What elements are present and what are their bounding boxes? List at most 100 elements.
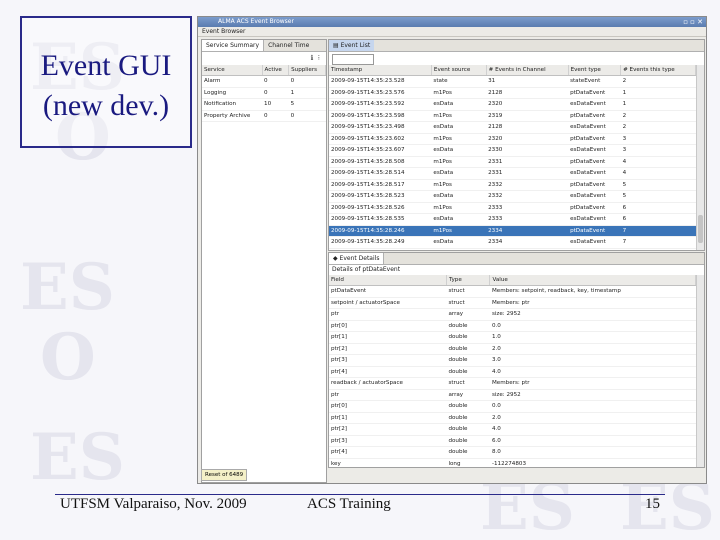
col-field[interactable]: Field	[329, 275, 447, 286]
table-row[interactable]: ptr[0] double 0.0	[329, 400, 696, 413]
table-cell: m1Pos	[431, 156, 487, 168]
col-timestamp[interactable]: Timestamp	[329, 65, 432, 76]
table-cell: setpoint / actuatorSpace	[329, 297, 447, 309]
table-row[interactable]: 2009-09-15T14:35:28.526 m1Pos 2333 ptDataEv…	[329, 202, 696, 214]
table-row[interactable]: ptr[4] double 4.0	[329, 366, 696, 378]
table-row[interactable]: 2009-09-15T14:35:23.602 m1Pos 2320 ptDataEv…	[329, 133, 696, 145]
event-list-scrollbar[interactable]	[696, 65, 704, 250]
table-cell: esDataEvent	[568, 190, 621, 203]
table-cell: Alarm	[202, 75, 263, 88]
col-event-source[interactable]: Event source	[431, 65, 487, 76]
table-cell: 2009-09-15T14:35:23.592	[329, 98, 432, 111]
table-row[interactable]: ptr[2] double 4.0	[329, 423, 696, 436]
table-cell: esDataEvent	[568, 167, 621, 180]
table-cell: ptr[3]	[329, 354, 447, 367]
table-row[interactable]: readback / actuatorSpace struct Members: p…	[329, 377, 696, 390]
table-cell: ptDataEvent	[329, 285, 447, 298]
table-row[interactable]: 2009-09-15T14:35:28.514 esData 2331 esDataE…	[329, 167, 696, 180]
tab-event-details[interactable]: ◆ Event Details	[329, 253, 385, 264]
table-row[interactable]: 2009-09-15T14:35:28.523 esData 2332 esDataE…	[329, 190, 696, 203]
table-cell: esDataEvent	[568, 213, 621, 226]
table-cell: 8	[620, 248, 696, 250]
table-row[interactable]: 2009-09-15T14:35:23.576 m1Pos 2128 ptDataEv…	[329, 87, 696, 99]
col-events-this-type[interactable]: # Events this type	[620, 65, 696, 76]
table-row[interactable]: 2009-09-15T14:35:23.592 esData 2320 esDataE…	[329, 98, 696, 111]
table-row[interactable]: ptr array size: 2952	[329, 389, 696, 401]
table-cell: 2009-09-15T14:35:28.535	[329, 213, 432, 226]
table-row[interactable]: Notification 10 5	[202, 98, 326, 111]
table-cell: 2319	[486, 110, 569, 122]
table-row[interactable]: 2009-09-15T14:35:28.252m1Pos2335ptDataEv…	[329, 248, 696, 250]
table-row[interactable]: 2009-09-15T14:35:28.246 m1Pos 2334 ptDataEv…	[329, 225, 696, 237]
col-active[interactable]: Active	[262, 65, 290, 76]
view-menu-icon[interactable]: ⁝	[318, 54, 320, 62]
table-row[interactable]: 2009-09-15T14:35:23.598 m1Pos 2319 ptDataEv…	[329, 110, 696, 122]
table-row[interactable]: Property Archive 0 0	[202, 110, 326, 122]
table-cell: 0	[288, 110, 326, 122]
table-row[interactable]: 2009-09-15T14:35:23.498 esData 2128 esDataE…	[329, 121, 696, 134]
table-cell: 0	[262, 87, 289, 99]
tab-service-summary[interactable]: Service Summary	[202, 40, 265, 51]
table-row[interactable]: 2009-09-15T14:35:28.508 m1Pos 2331 ptDataEv…	[329, 156, 696, 168]
details-subtitle: Details of ptDataEvent	[332, 266, 401, 273]
table-row[interactable]: ptr[4] double 8.0	[329, 446, 696, 459]
table-row[interactable]: setpoint / actuatorSpace struct Members: p…	[329, 297, 696, 309]
table-row[interactable]: ptr array size: 2952	[329, 308, 696, 321]
table-row[interactable]: ptr[0] double 0.0	[329, 320, 696, 332]
table-cell: double	[446, 331, 490, 344]
table-cell: 5	[620, 179, 696, 191]
table-row[interactable]: Alarm 0 0	[202, 75, 326, 88]
table-row[interactable]: 2009-09-15T14:35:28.249 esData 2334 esDataE…	[329, 236, 696, 249]
col-value[interactable]: Value	[489, 275, 696, 286]
menu-event-browser[interactable]: Event Browser	[202, 28, 245, 35]
table-row[interactable]: ptr[3] double 3.0	[329, 354, 696, 367]
col-type[interactable]: Type	[446, 275, 491, 286]
col-events-in-channel[interactable]: # Events in Channel	[486, 65, 569, 76]
table-row[interactable]: 2009-09-15T14:35:23.528 state 31 stateEvent…	[329, 75, 696, 88]
table-cell: 6	[620, 213, 696, 226]
col-suppliers[interactable]: Suppliers	[288, 65, 326, 76]
table-cell: Members: ptr	[489, 297, 696, 309]
table-row[interactable]: ptDataEvent struct Members: setpoint, read…	[329, 285, 696, 298]
col-service[interactable]: Service	[202, 65, 263, 76]
table-row[interactable]: 2009-09-15T14:35:28.517 m1Pos 2332 ptDataEv…	[329, 179, 696, 191]
table-row[interactable]: Logging 0 1	[202, 87, 326, 99]
table-cell: 3	[620, 133, 696, 145]
footer-left: UTFSM Valparaiso, Nov. 2009	[60, 496, 247, 512]
table-row[interactable]: ptr[1] double 1.0	[329, 331, 696, 344]
info-icon[interactable]: ℹ	[311, 54, 314, 62]
table-row[interactable]: key long -112274803	[329, 458, 696, 467]
tab-channel-time[interactable]: Channel Time	[264, 40, 313, 51]
table-cell: esDataEvent	[568, 236, 621, 249]
table-row[interactable]: 2009-09-15T14:35:28.535 esData 2333 esDataE…	[329, 213, 696, 226]
table-cell: m1Pos	[431, 179, 487, 191]
table-cell: 0	[262, 75, 289, 88]
table-cell: ptDataEvent	[568, 202, 621, 214]
table-cell: 2.0	[489, 343, 696, 355]
table-cell: ptDataEvent	[568, 87, 621, 99]
table-cell: struct	[446, 377, 490, 390]
details-table: Field Type Value ptDataEvent struct Member…	[329, 275, 696, 467]
tab-event-list[interactable]: ▤ Event List	[329, 40, 375, 51]
table-cell: 2	[620, 121, 696, 134]
event-details-pane: ◆ Event Details Details of ptDataEvent F…	[328, 252, 705, 468]
details-scrollbar[interactable]	[696, 275, 704, 467]
table-row[interactable]: 2009-09-15T14:35:23.607 esData 2330 esDataE…	[329, 144, 696, 157]
col-event-type[interactable]: Event type	[568, 65, 622, 76]
table-cell: ptr[4]	[329, 446, 447, 459]
table-row[interactable]: ptr[3] double 6.0	[329, 435, 696, 447]
table-cell: 2334	[486, 236, 569, 249]
table-cell: array	[446, 308, 490, 321]
scroll-thumb[interactable]	[698, 215, 703, 243]
table-cell: struct	[446, 285, 490, 298]
table-row[interactable]: ptr[1] double 2.0	[329, 412, 696, 424]
table-cell: 2128	[486, 121, 569, 134]
reset-button[interactable]: Reset of 6489	[201, 469, 248, 481]
table-cell: double	[446, 412, 490, 424]
filter-input[interactable]	[332, 54, 374, 65]
table-row[interactable]: ptr[2] double 2.0	[329, 343, 696, 355]
event-list-pane: ▤ Event List Timestamp Event source # Ev…	[328, 39, 705, 251]
table-cell: stateEvent	[568, 75, 621, 88]
table-cell: 2009-09-15T14:35:28.508	[329, 156, 432, 168]
window-controls[interactable]: ▫ ▫ ✕	[683, 18, 703, 26]
